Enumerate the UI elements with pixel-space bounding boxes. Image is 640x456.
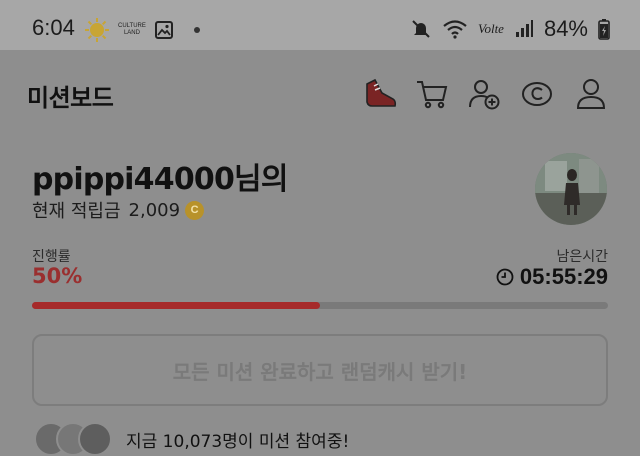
coin-c-icon[interactable] [519, 76, 555, 112]
clock-icon [496, 268, 514, 286]
progress-bar [32, 302, 608, 309]
participants-text: 지금 10,073명이 미션 참여중! [126, 431, 350, 452]
participant-avatar [78, 422, 112, 456]
app-header: 미션보드 [0, 50, 640, 140]
shoe-icon[interactable] [362, 76, 398, 112]
notification-dot-icon [193, 27, 200, 33]
mute-icon [412, 20, 430, 38]
page-title: 미션보드 [27, 84, 114, 112]
avatar-photo [535, 153, 607, 225]
culture-land-line1: CULTURE [118, 23, 146, 29]
points-label: 현재 적립금 [32, 201, 121, 222]
points-row: 현재 적립금 2,009 C [32, 197, 205, 223]
volte-indicator: Volte [477, 21, 504, 36]
battery-percent: 84% [543, 16, 588, 41]
remaining-time-value: 05:55:29 [519, 264, 608, 289]
participants-row: 지금 10,073명이 미션 참여중! [34, 422, 350, 456]
remaining-time-row: 05:55:29 [496, 264, 608, 290]
avatar[interactable] [535, 153, 607, 225]
complete-all-missions-button[interactable]: 모든 미션 완료하고 랜덤캐시 받기! [32, 334, 608, 406]
progress-bar-fill [32, 302, 320, 309]
status-time: 6:04 [32, 15, 75, 40]
signal-icon [515, 20, 533, 37]
culture-land-line2: LAND [123, 30, 140, 36]
battery-charging-icon [598, 19, 610, 40]
progress-label: 진행률 [32, 249, 71, 265]
status-left-icons: CULTURE LAND [84, 16, 200, 44]
points-value: 2,009 [128, 199, 181, 221]
username-heading: ppippi44000님의 [32, 162, 288, 197]
status-right-icons: Volte 84% [410, 14, 610, 44]
wifi-icon [443, 20, 467, 39]
culture-land-logo: CULTURE LAND [118, 23, 146, 37]
coin-icon: C [185, 200, 205, 220]
gallery-icon [154, 21, 173, 39]
remaining-time-label: 남은시간 [556, 249, 608, 265]
profile-icon[interactable] [573, 76, 609, 112]
status-bar: 6:04 CULTURE LAND Volte 84% [0, 0, 640, 50]
sun-badge-icon [85, 18, 109, 42]
progress-percent: 50% [32, 264, 83, 288]
cart-icon[interactable] [414, 76, 450, 112]
add-friend-icon[interactable] [466, 76, 502, 112]
